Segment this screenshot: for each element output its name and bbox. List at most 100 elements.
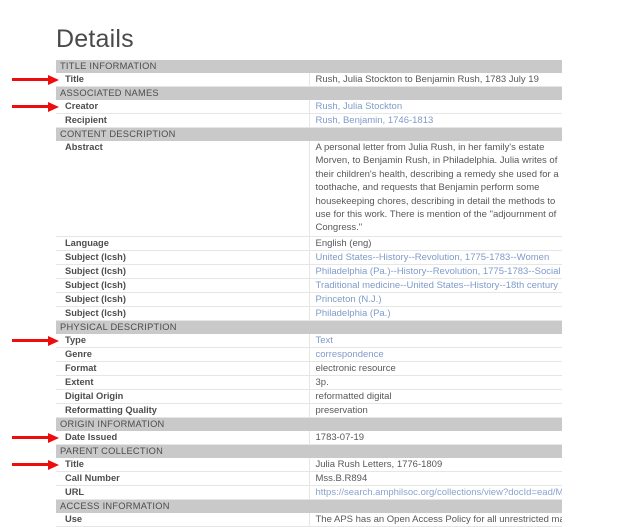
metadata-row-value: Julia Rush Letters, 1776-1809 [309, 457, 562, 472]
metadata-value-link[interactable]: Philadelphia (Pa.) [316, 308, 391, 319]
arrow-shaft [12, 78, 50, 82]
metadata-row-value: Rush, Julia Stockton to Benjamin Rush, 1… [309, 73, 562, 87]
metadata-row-value: The APS has an Open Access Policy for al… [309, 512, 562, 527]
metadata-row: Language English (eng) [56, 236, 562, 251]
metadata-row-label: Recipient [56, 113, 310, 128]
metadata-row-value: Philadelphia (Pa.) [309, 306, 562, 321]
metadata-details-table: TITLE INFORMATION Title Rush, Julia Stockt… [56, 60, 562, 527]
section-header-label: ACCESS INFORMATION [56, 499, 562, 513]
metadata-row: Use The APS has an Open Access Policy for… [56, 512, 562, 527]
metadata-row-label: Use [56, 512, 310, 527]
metadata-row: Creator Rush, Julia Stockton [56, 100, 562, 114]
metadata-row: Genre correspondence [56, 347, 562, 362]
metadata-row: Subject (lcsh) United States--History--Re… [56, 250, 562, 265]
metadata-value-link[interactable]: Rush, Benjamin, 1746-1813 [316, 115, 434, 126]
annotation-arrow-icon [12, 335, 60, 346]
metadata-row-value: Traditional medicine--United States--His… [309, 278, 562, 293]
metadata-row: Subject (lcsh) Traditional medicine--Unit… [56, 278, 562, 293]
metadata-row-label: Call Number [56, 471, 310, 486]
metadata-row-value: A personal letter from Julia Rush, in he… [309, 141, 562, 237]
metadata-row-label: Abstract [56, 141, 310, 237]
metadata-row-value: correspondence [309, 347, 562, 362]
metadata-row: Abstract A personal letter from Julia Rus… [56, 141, 562, 237]
section-header-row: PHYSICAL DESCRIPTION [56, 320, 562, 334]
metadata-row-value: Princeton (N.J.) [309, 292, 562, 307]
metadata-row: Digital Origin reformatted digital [56, 389, 562, 404]
metadata-row-label: Date Issued [56, 430, 310, 445]
section-header-row: ORIGIN INFORMATION [56, 417, 562, 431]
metadata-row: Title Rush, Julia Stockton to Benjamin Ru… [56, 73, 562, 87]
metadata-row-label: URL [56, 485, 310, 500]
metadata-row-value: 3p. [309, 375, 562, 390]
page-title: Details [56, 25, 134, 53]
annotation-arrow-icon [12, 459, 60, 470]
metadata-row-value: https://search.amphilsoc.org/collections… [309, 485, 563, 500]
section-header-row: ACCESS INFORMATION [56, 499, 562, 513]
metadata-row-label: Reformatting Quality [56, 403, 310, 418]
section-header-row: TITLE INFORMATION [56, 60, 562, 73]
section-header-row: PARENT COLLECTION [56, 444, 562, 458]
metadata-row-value: 1783-07-19 [309, 430, 562, 445]
metadata-row: Type Text [56, 333, 562, 348]
metadata-row-value: Rush, Benjamin, 1746-1813 [309, 113, 562, 128]
metadata-row-label: Subject (lcsh) [56, 306, 310, 321]
section-header-label: CONTENT DESCRIPTION [56, 127, 562, 141]
metadata-value-link[interactable]: Rush, Julia Stockton [316, 101, 403, 112]
arrow-shaft [12, 105, 50, 109]
section-header-label: ORIGIN INFORMATION [56, 417, 562, 431]
metadata-row: Call Number Mss.B.R894 [56, 471, 562, 486]
metadata-row-value: electronic resource [309, 361, 562, 376]
metadata-row-label: Title [56, 457, 310, 472]
metadata-row-label: Creator [56, 100, 310, 114]
metadata-row: Date Issued 1783-07-19 [56, 430, 562, 445]
section-header-label: PHYSICAL DESCRIPTION [56, 320, 562, 334]
metadata-row-label: Type [56, 333, 310, 348]
metadata-value-link[interactable]: Text [316, 335, 333, 346]
details-page: Details TITLE INFORMATION Title Rush, Juli… [0, 0, 626, 527]
metadata-row: Reformatting Quality preservation [56, 403, 562, 418]
section-header-row: ASSOCIATED NAMES [56, 86, 562, 100]
annotation-arrow-icon [12, 74, 60, 85]
metadata-row-value: Mss.B.R894 [309, 471, 562, 486]
metadata-row: Format electronic resource [56, 361, 562, 376]
metadata-row-label: Extent [56, 375, 310, 390]
metadata-row: URL https://search.amphilsoc.org/collecti… [56, 485, 563, 500]
metadata-row: Subject (lcsh) Princeton (N.J.) [56, 292, 562, 307]
metadata-row-value: English (eng) [309, 236, 562, 251]
metadata-value-link[interactable]: United States--History--Revolution, 1775… [316, 252, 550, 263]
metadata-value-link[interactable]: Princeton (N.J.) [316, 294, 382, 305]
metadata-row-value: United States--History--Revolution, 1775… [309, 250, 562, 265]
metadata-row-value: Philadelphia (Pa.)--History--Revolution,… [309, 264, 563, 279]
metadata-row-label: Format [56, 361, 310, 376]
metadata-value-link[interactable]: https://search.amphilsoc.org/collections… [316, 487, 563, 498]
metadata-row-label: Title [56, 73, 310, 87]
metadata-row-label: Subject (lcsh) [56, 250, 310, 265]
metadata-row-label: Genre [56, 347, 310, 362]
metadata-row: Subject (lcsh) Philadelphia (Pa.)--Histor… [56, 264, 563, 279]
metadata-row-label: Subject (lcsh) [56, 278, 310, 293]
metadata-row-value: Text [309, 333, 562, 348]
metadata-row-label: Subject (lcsh) [56, 292, 310, 307]
metadata-row-value: Rush, Julia Stockton [309, 100, 562, 114]
metadata-row: Subject (lcsh) Philadelphia (Pa.) [56, 306, 562, 321]
arrow-shaft [12, 463, 50, 467]
metadata-row-label: Language [56, 236, 310, 251]
arrow-shaft [12, 339, 50, 343]
metadata-row-label: Digital Origin [56, 389, 310, 404]
arrow-shaft [12, 436, 50, 440]
section-header-row: CONTENT DESCRIPTION [56, 127, 562, 141]
annotation-arrow-icon [12, 432, 60, 443]
metadata-value-link[interactable]: Traditional medicine--United States--His… [316, 280, 559, 291]
metadata-row-label: Subject (lcsh) [56, 264, 310, 279]
section-header-label: TITLE INFORMATION [56, 60, 562, 73]
metadata-row-value: reformatted digital [309, 389, 562, 404]
metadata-row: Recipient Rush, Benjamin, 1746-1813 [56, 113, 562, 128]
section-header-label: ASSOCIATED NAMES [56, 86, 562, 100]
annotation-arrow-icon [12, 101, 60, 112]
metadata-table-body: TITLE INFORMATION Title Rush, Julia Stockt… [56, 60, 563, 527]
metadata-row: Title Julia Rush Letters, 1776-1809 [56, 457, 562, 472]
metadata-row-value: preservation [309, 403, 562, 418]
metadata-value-link[interactable]: correspondence [316, 349, 384, 360]
metadata-row: Extent 3p. [56, 375, 562, 390]
metadata-value-link[interactable]: Philadelphia (Pa.)--History--Revolution,… [316, 266, 563, 277]
